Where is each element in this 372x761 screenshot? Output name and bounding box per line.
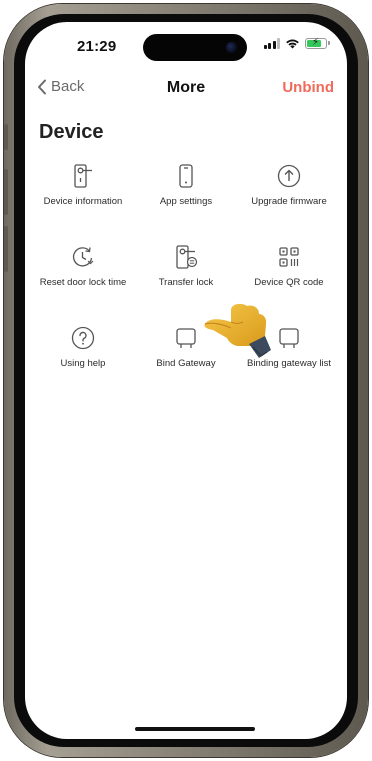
phone-icon: [172, 162, 200, 190]
menu-item-label: Reset door lock time: [39, 277, 127, 288]
menu-item-app-settings[interactable]: App settings: [132, 162, 240, 232]
lock-transfer-icon: [172, 243, 200, 271]
side-button: [4, 226, 8, 272]
menu-item-label: Device information: [43, 196, 123, 207]
help-icon: [69, 324, 97, 352]
menu-item-upgrade-firmware[interactable]: Upgrade firmware: [235, 162, 343, 232]
section-title: Device: [39, 121, 104, 143]
qr-code-icon: [275, 243, 303, 271]
lock-info-icon: [69, 162, 97, 190]
menu-item-using-help[interactable]: Using help: [29, 324, 137, 394]
status-time: 21:29: [77, 38, 117, 55]
gateway-icon: [172, 324, 200, 352]
side-button: [4, 124, 8, 150]
status-bar: 21:29 ⚡: [25, 22, 347, 74]
dynamic-island: [143, 34, 247, 61]
home-indicator[interactable]: [135, 727, 255, 731]
pointing-hand-icon: [204, 303, 271, 358]
wifi-icon: [286, 39, 299, 49]
camera-icon: [226, 42, 237, 53]
cellular-signal-icon: [263, 38, 280, 49]
menu-item-label: App settings: [159, 196, 213, 207]
battery-icon: ⚡: [305, 37, 330, 49]
unbind-button[interactable]: Unbind: [282, 79, 334, 96]
menu-item-label: Upgrade firmware: [251, 196, 327, 207]
side-button: [4, 169, 8, 215]
nav-bar: Back More Unbind: [25, 74, 347, 110]
clock-reset-icon: [69, 243, 97, 271]
menu-item-label: Using help: [60, 358, 106, 369]
menu-item-device-information[interactable]: Device information: [29, 162, 137, 232]
upload-arrow-icon: [275, 162, 303, 190]
menu-item-reset-door-lock-time[interactable]: Reset door lock time: [29, 243, 137, 313]
app-screen: 21:29 ⚡ Back More Unbind Device Device i…: [25, 22, 347, 739]
status-icons: ⚡: [263, 37, 330, 49]
